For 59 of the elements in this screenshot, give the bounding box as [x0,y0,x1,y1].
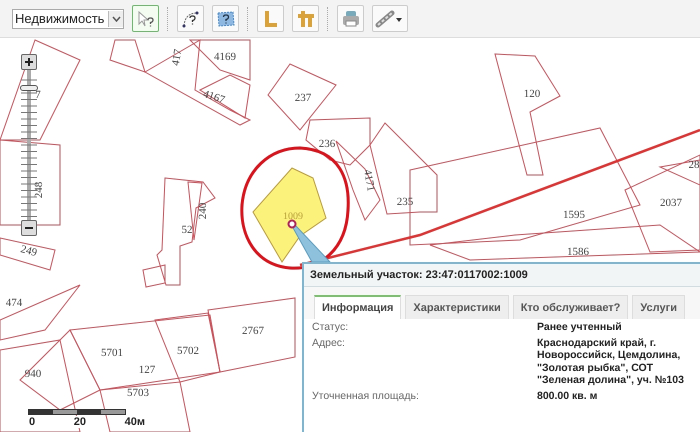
popup-tab[interactable]: Кто обслуживает? [512,295,628,319]
parcel-number: 1595 [563,209,585,221]
curve-tool-button[interactable] [177,5,204,32]
location-marker-icon [288,220,296,228]
scale-label: 0 [28,416,36,428]
parcel-number: 474 [6,297,22,309]
zoom-slider-thumb[interactable] [20,85,38,91]
zoom-in-button[interactable] [21,54,37,70]
plus-icon [25,58,33,66]
chevron-down-icon [112,16,121,22]
parcel-number: 127 [138,364,156,376]
parcel-number: 2767 [242,325,264,337]
zoom-slider[interactable] [18,70,40,220]
identify-tool-button[interactable] [132,5,160,32]
print-tool-button[interactable] [337,5,364,32]
field-label: Адрес: [312,336,346,351]
parcel-number: 28 [688,159,700,171]
parcel-number: 1586 [567,246,589,258]
minus-icon [25,224,33,232]
parcel-number: 5702 [177,345,199,357]
field-value: Краснодарский край, г. Новороссийск, Цемдолина, "Золотая рыбка", СОТ "Зеленая долина", уч. №103 [537,336,685,387]
scale-label: 40м [124,416,146,428]
field-value: 800.00 кв. м [537,390,598,403]
parcel-number: 417 [170,48,184,67]
scale-label: 20 [72,416,87,428]
popup-tab[interactable]: Характеристики [405,295,509,319]
parcel-number: 4171 [361,168,377,192]
parcel-number: 236 [318,138,336,150]
field-label: Уточненная площадь: [312,390,420,403]
parcel-number: 249 [19,243,38,260]
selected-parcel[interactable] [252,167,327,263]
parcel-number: 5701 [101,347,123,359]
curve-question-icon [180,10,201,28]
printer-icon [340,10,361,28]
parcel-number: 4169 [214,51,236,63]
link-tool-button[interactable] [372,5,408,32]
area-tool-button[interactable] [212,5,240,32]
area-ruler-icon [296,10,316,28]
parcel-number: 1009 [283,211,303,222]
parcel-number: 940 [24,368,42,380]
parcel-number: 2037 [660,197,682,209]
pointer-question-icon [136,10,156,28]
popup-tab[interactable]: Информация [314,295,402,319]
field-label: Статус: [312,321,350,334]
parcel-number: 237 [294,92,312,104]
layer-select[interactable]: Недвижимость [12,8,124,28]
area-question-icon [216,10,236,28]
parcel-number: 52 [182,224,192,236]
parcel-number: 248 [33,182,45,198]
parcel-number: 7 [35,89,41,101]
parcel-number: 5703 [127,387,149,399]
parcel-number: 4167 [202,88,226,106]
popup-pointer [291,226,332,262]
popup-tab[interactable]: Услуги [632,295,685,319]
field-value: Ранее учтенный [537,321,623,334]
parcel-number: 120 [524,88,540,100]
zoom-out-button[interactable] [21,220,37,236]
parcel-number: 240 [197,202,209,220]
popup-title: Земельный участок: 23:47:0117002:1009 [304,264,700,287]
